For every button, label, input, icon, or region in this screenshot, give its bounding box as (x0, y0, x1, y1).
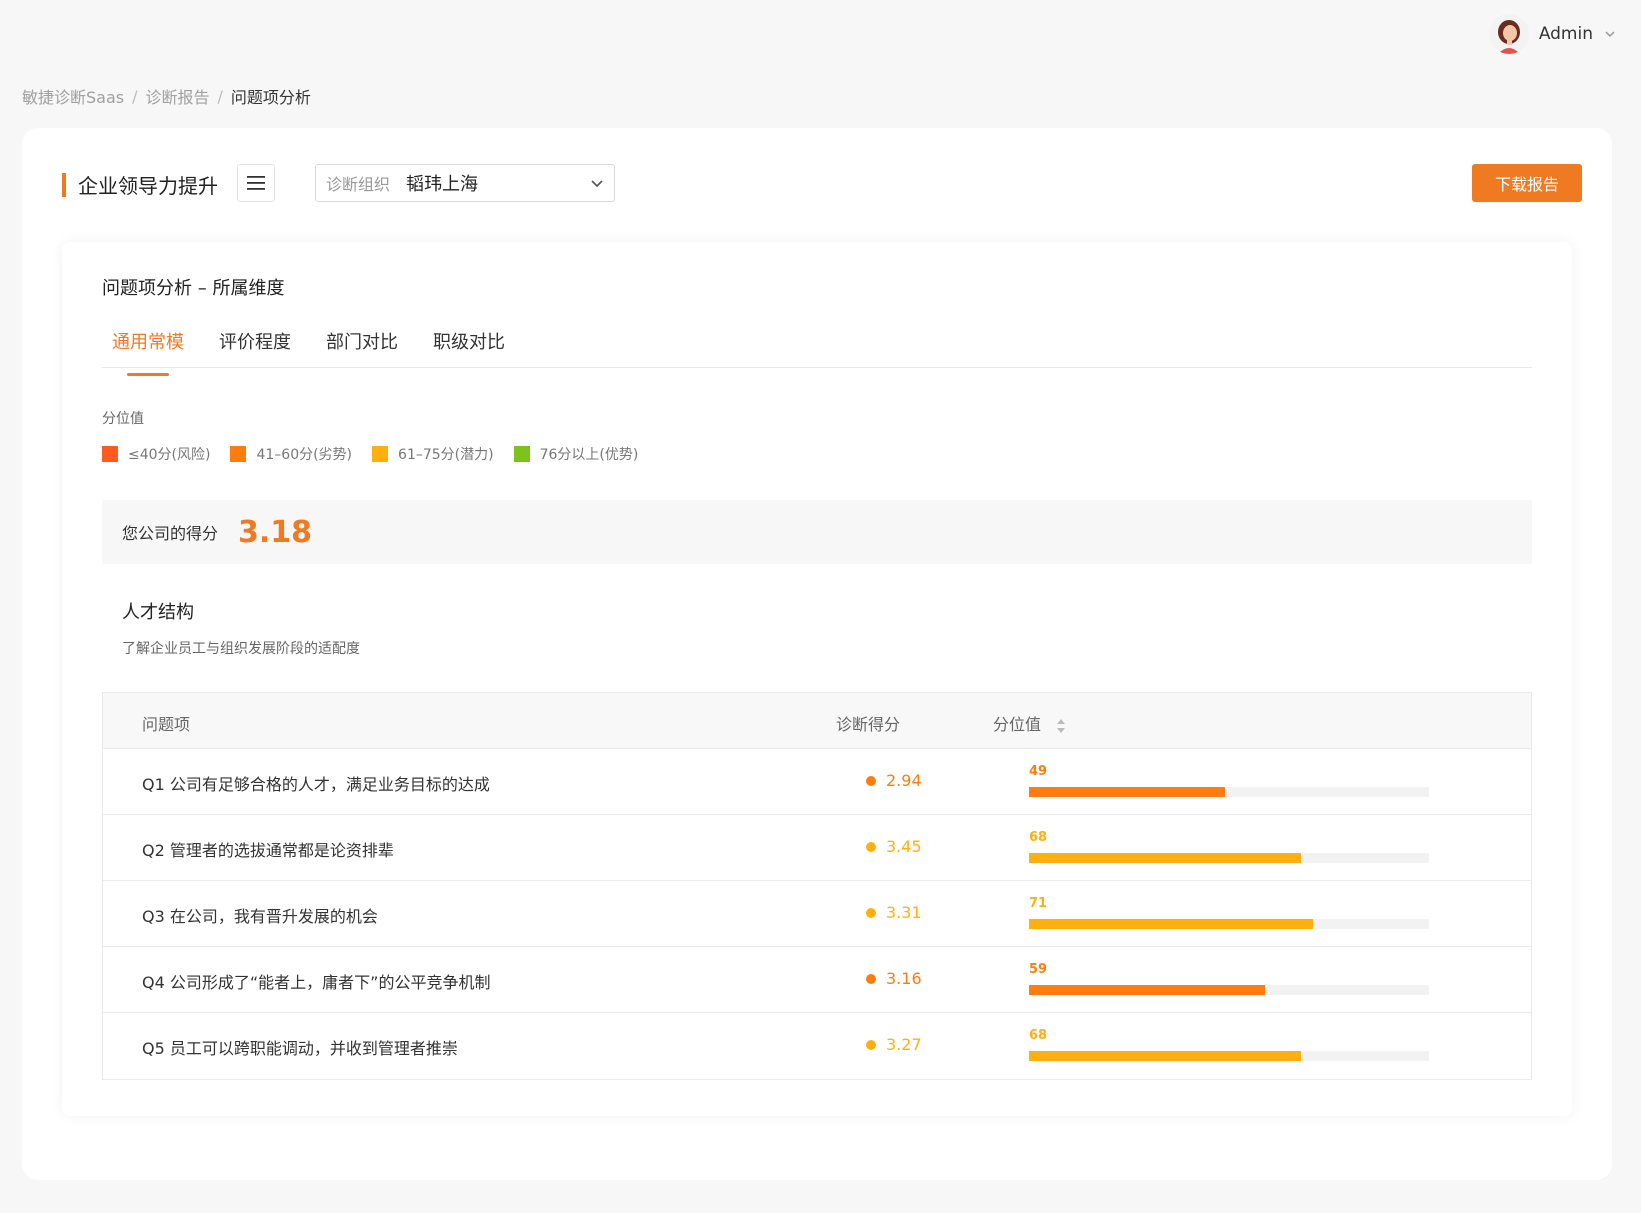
diagnosis-score-value: 3.16 (886, 969, 922, 988)
organization-select-value: 韬玮上海 (406, 174, 479, 195)
score-dot (866, 775, 876, 786)
table-row: Q1 公司有足够合格的人才，满足业务目标的达成 2.94 49 (103, 749, 1531, 815)
table-row: Q3 在公司，我有晋升发展的机会 3.31 71 (103, 881, 1531, 947)
diagnosis-score-value: 3.45 (886, 837, 922, 856)
user-name: Admin (1538, 24, 1593, 44)
breadcrumb: 敏捷诊断Saas / 诊断报告 / 问题项分析 (22, 84, 311, 108)
section-description: 了解企业员工与组织发展阶段的适配度 (122, 641, 360, 657)
column-header-item: 问题项 (142, 715, 191, 734)
legend-swatch (513, 446, 530, 462)
legend-label: ≤40分(风险) (128, 447, 211, 463)
main-panel: 企业领导力提升 诊断组织 韬玮上海 下载报告 问题项分析 – 所属维度 通用常模… (22, 128, 1612, 1180)
company-score-box: 您公司的得分 3.18 (102, 500, 1532, 564)
breadcrumb-separator: / (217, 86, 223, 106)
percentile-bar-track (1029, 853, 1429, 863)
company-score-label: 您公司的得分 (122, 524, 219, 543)
score-dot (866, 841, 876, 852)
user-avatar-icon (1488, 14, 1529, 54)
percentile-bar-track (1029, 787, 1429, 797)
tab-rank-compare[interactable]: 职级对比 (433, 328, 505, 366)
percentile-value: 49 (1029, 764, 1048, 779)
diagnosis-score-value: 3.27 (886, 1035, 922, 1054)
percentile-bar-fill (1029, 787, 1225, 797)
percentile-value: 59 (1029, 962, 1048, 977)
score-dot (866, 907, 876, 918)
tab-bar: 通用常模 评价程度 部门对比 职级对比 (102, 320, 1532, 376)
percentile-bar-fill (1029, 919, 1313, 929)
title-accent-bar (62, 173, 66, 197)
percentile-bar-track (1029, 985, 1429, 995)
chevron-down-icon (1605, 31, 1615, 38)
diagnosis-score-value: 2.94 (886, 771, 922, 790)
percentile-bar-track (1029, 1051, 1429, 1061)
legend-label: 61–75分(潜力) (398, 447, 494, 463)
organization-select[interactable]: 诊断组织 韬玮上海 (315, 164, 615, 202)
percentile-bar-fill (1029, 853, 1301, 863)
score-dot (866, 1039, 876, 1050)
diagnosis-score: 3.45 (866, 837, 922, 856)
question-text: Q4 公司形成了“能者上，庸者下”的公平竞争机制 (142, 973, 491, 992)
company-score-value: 3.18 (238, 514, 313, 550)
legend-label: 76分以上(优势) (539, 447, 639, 463)
header-row: 企业领导力提升 诊断组织 韬玮上海 下载报告 (62, 164, 1582, 204)
question-text: Q1 公司有足够合格的人才，满足业务目标的达成 (142, 775, 490, 794)
tab-department-compare[interactable]: 部门对比 (326, 328, 398, 366)
analysis-card: 问题项分析 – 所属维度 通用常模 评价程度 部门对比 职级对比 分位值 ≤40… (62, 242, 1572, 1116)
diagnosis-score: 3.16 (866, 969, 922, 988)
organization-select-label: 诊断组织 (326, 175, 391, 194)
avatar (1488, 14, 1529, 54)
breadcrumb-separator: / (132, 86, 138, 106)
percentile-value: 71 (1029, 896, 1048, 911)
diagnosis-score: 3.27 (866, 1035, 922, 1054)
question-text: Q2 管理者的选拔通常都是论资排辈 (142, 841, 394, 860)
score-dot (866, 973, 876, 984)
percentile-bar-track (1029, 919, 1429, 929)
breadcrumb-item-current: 问题项分析 (230, 88, 311, 107)
hamburger-menu-icon (247, 176, 265, 190)
legend-label: 41–60分(劣势) (256, 447, 353, 463)
diagnosis-score-value: 3.31 (886, 903, 922, 922)
legend-title: 分位值 (102, 411, 144, 427)
table-row: Q2 管理者的选拔通常都是论资排辈 3.45 68 (103, 815, 1531, 881)
sort-icon[interactable] (1056, 718, 1066, 734)
column-header-percentile[interactable]: 分位值 (993, 711, 1066, 735)
column-header-percentile-label: 分位值 (993, 715, 1042, 734)
question-table: 问题项 诊断得分 分位值 Q1 公司有足够合格的人才，满足业务目标的达成 2.9… (102, 692, 1532, 1080)
breadcrumb-item-report[interactable]: 诊断报告 (146, 84, 210, 108)
percentile-value: 68 (1029, 1028, 1048, 1043)
percentile-bar-fill (1029, 1051, 1301, 1061)
top-bar: Admin (0, 0, 1641, 68)
legend-swatch (372, 446, 389, 462)
legend-item: 41–60分(劣势) (230, 444, 352, 464)
legend-swatch (102, 446, 118, 462)
question-text: Q3 在公司，我有晋升发展的机会 (142, 907, 378, 926)
download-report-button[interactable]: 下载报告 (1472, 164, 1582, 202)
chevron-down-icon (591, 180, 603, 188)
percentile-value: 68 (1029, 830, 1048, 845)
diagnosis-score: 3.31 (866, 903, 922, 922)
tab-general-norm[interactable]: 通用常模 (112, 328, 184, 376)
section-title: 人才结构 (122, 602, 194, 623)
breadcrumb-item-home[interactable]: 敏捷诊断Saas (22, 84, 124, 108)
table-header: 问题项 诊断得分 分位值 (103, 693, 1531, 749)
question-text: Q5 员工可以跨职能调动，并收到管理者推崇 (142, 1039, 458, 1058)
percentile-bar-fill (1029, 985, 1265, 995)
card-title: 问题项分析 – 所属维度 (102, 278, 285, 299)
menu-button[interactable] (237, 164, 275, 202)
legend: ≤40分(风险) 41–60分(劣势) 61–75分(潜力) 76分以上(优势) (102, 444, 658, 464)
legend-swatch (230, 446, 247, 462)
legend-item: ≤40分(风险) (102, 444, 210, 464)
column-header-score: 诊断得分 (836, 715, 901, 734)
table-row: Q5 员工可以跨职能调动，并收到管理者推崇 3.27 68 (103, 1013, 1531, 1079)
table-row: Q4 公司形成了“能者上，庸者下”的公平竞争机制 3.16 59 (103, 947, 1531, 1013)
legend-item: 76分以上(优势) (513, 444, 639, 464)
page-title: 企业领导力提升 (78, 174, 218, 198)
legend-item: 61–75分(潜力) (372, 444, 494, 464)
user-menu[interactable]: Admin (1488, 14, 1617, 54)
diagnosis-score: 2.94 (866, 771, 922, 790)
tab-evaluation-level[interactable]: 评价程度 (219, 328, 291, 366)
